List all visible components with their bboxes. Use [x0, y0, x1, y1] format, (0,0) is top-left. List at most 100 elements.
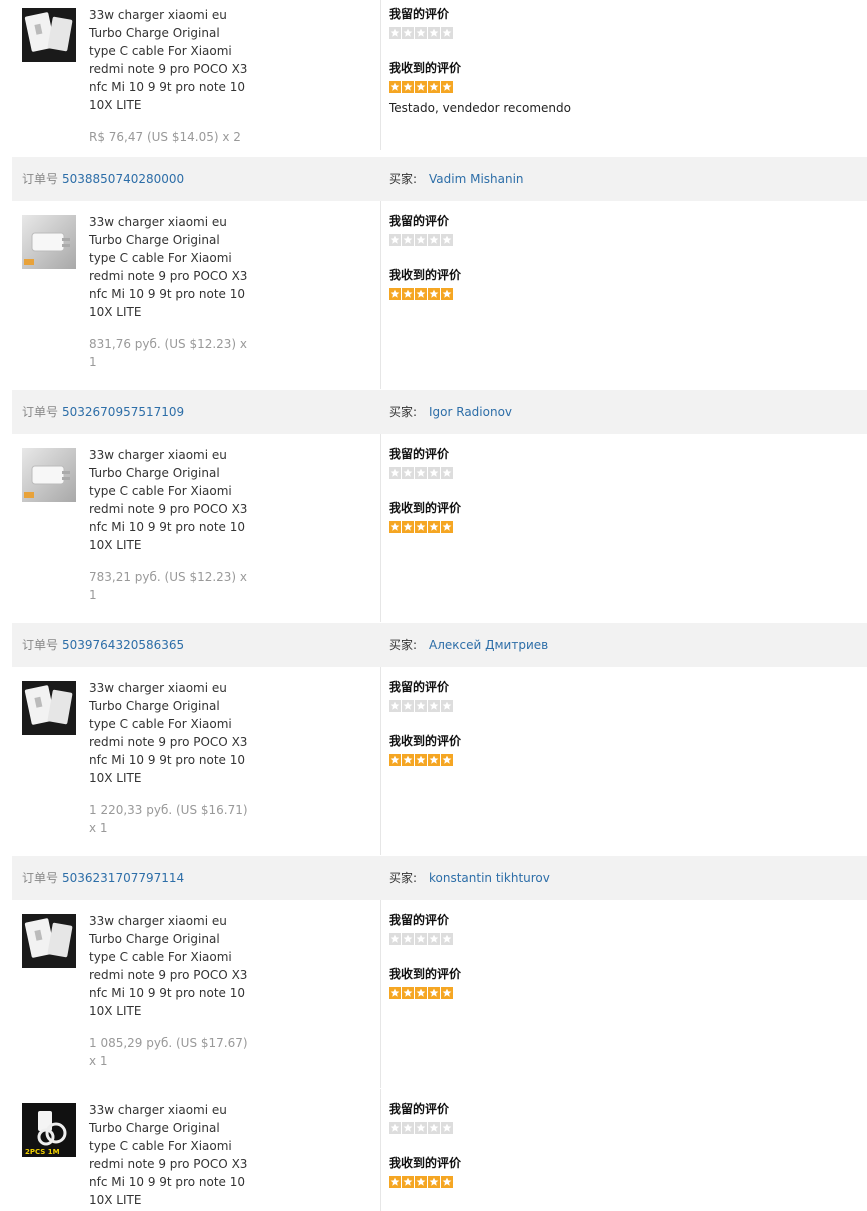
my-review-label: 我留的评价	[389, 214, 450, 228]
my-rating-stars	[389, 700, 859, 712]
product-name-link[interactable]: 33w charger xiaomi eu Turbo Charge Origi…	[89, 679, 249, 787]
product-thumbnail[interactable]	[22, 448, 76, 502]
star-icon	[389, 987, 401, 999]
received-review-label: 我收到的评价	[389, 967, 462, 981]
buyer-name-link[interactable]: Vadim Mishanin	[429, 157, 524, 201]
received-rating-stars	[389, 81, 859, 93]
received-rating-stars	[389, 288, 859, 300]
product-thumbnail[interactable]	[22, 681, 76, 735]
product-name-link[interactable]: 33w charger xiaomi eu Turbo Charge Origi…	[89, 213, 249, 321]
star-icon	[389, 700, 401, 712]
svg-text:2PCS 1M: 2PCS 1M	[25, 1148, 60, 1156]
received-rating-stars	[389, 1176, 859, 1188]
star-icon	[441, 521, 453, 533]
star-icon	[402, 81, 414, 93]
received-review-label: 我收到的评价	[389, 61, 462, 75]
my-rating-stars	[389, 1122, 859, 1134]
star-icon	[389, 288, 401, 300]
order-number-link[interactable]: 5036231707797114	[62, 856, 184, 900]
review-panel: 我留的评价我收到的评价	[389, 913, 859, 999]
star-icon	[389, 81, 401, 93]
star-icon	[428, 81, 440, 93]
product-thumbnail[interactable]: 2PCS 1M	[22, 1103, 76, 1157]
star-icon	[441, 1176, 453, 1188]
star-icon	[441, 933, 453, 945]
star-icon	[415, 1176, 427, 1188]
buyer-name-link[interactable]: konstantin tikhturov	[429, 856, 550, 900]
charger-icon	[22, 215, 76, 269]
star-icon	[428, 288, 440, 300]
my-review-label: 我留的评价	[389, 913, 450, 927]
buyer-label: 买家:	[389, 405, 418, 419]
product-thumbnail[interactable]	[22, 8, 76, 62]
star-icon	[402, 467, 414, 479]
star-icon	[428, 27, 440, 39]
order-price: 1 220,33 руб. (US $16.71) x 1	[89, 803, 248, 835]
column-divider	[380, 0, 381, 150]
my-review-label: 我留的评价	[389, 1102, 450, 1116]
received-review-label: 我收到的评价	[389, 501, 462, 515]
star-icon	[428, 700, 440, 712]
star-icon	[402, 27, 414, 39]
buyer-name-link[interactable]: Алексей Дмитриев	[429, 623, 548, 667]
order-body: 2PCS 1M 33w charger xiaomi eu Turbo Charg…	[12, 1089, 867, 1211]
star-icon	[402, 1176, 414, 1188]
star-icon	[389, 234, 401, 246]
review-panel: 我留的评价我收到的评价	[389, 447, 859, 533]
star-icon	[415, 1122, 427, 1134]
product-thumbnail[interactable]	[22, 914, 76, 968]
order-body: 33w charger xiaomi eu Turbo Charge Origi…	[12, 900, 867, 1088]
product-name-link[interactable]: 33w charger xiaomi eu Turbo Charge Origi…	[89, 1101, 249, 1209]
my-review-label: 我留的评价	[389, 447, 450, 461]
my-rating-stars	[389, 933, 859, 945]
star-icon	[389, 27, 401, 39]
received-review-comment: Testado, vendedor recomendo	[389, 101, 571, 115]
order-number-label: 订单号	[22, 638, 59, 652]
received-rating-stars	[389, 754, 859, 766]
star-icon	[389, 1176, 401, 1188]
order-header: 订单号 5032670957517109 买家: Igor Radionov	[12, 390, 867, 434]
star-icon	[402, 987, 414, 999]
my-review-label: 我留的评价	[389, 680, 450, 694]
order-number-link[interactable]: 5039764320586365	[62, 623, 184, 667]
star-icon	[441, 81, 453, 93]
order-header: 订单号 5038850740280000 买家: Vadim Mishanin	[12, 157, 867, 201]
charger-box-icon	[22, 681, 76, 735]
product-name-link[interactable]: 33w charger xiaomi eu Turbo Charge Origi…	[89, 446, 249, 554]
received-rating-stars	[389, 987, 859, 999]
star-icon	[441, 987, 453, 999]
star-icon	[389, 521, 401, 533]
buyer-name-link[interactable]: Igor Radionov	[429, 390, 512, 434]
order-number-label: 订单号	[22, 405, 59, 419]
review-panel: 我留的评价 我收到的评价	[389, 680, 859, 766]
column-divider	[380, 900, 381, 1088]
order-header: 订单号 5039764320586365 买家: Алексей Дмитриев	[12, 623, 867, 667]
product-name-link[interactable]: 33w charger xiaomi eu Turbo Charge Origi…	[89, 6, 249, 114]
order-number-link[interactable]: 5038850740280000	[62, 157, 184, 201]
order-price: 831,76 руб. (US $12.23) x 1	[89, 337, 248, 369]
star-icon	[441, 467, 453, 479]
charger-icon	[22, 448, 76, 502]
star-icon	[415, 987, 427, 999]
order-price: 783,21 руб. (US $12.23) x 1	[89, 570, 248, 602]
star-icon	[402, 521, 414, 533]
my-rating-stars	[389, 467, 859, 479]
product-name-link[interactable]: 33w charger xiaomi eu Turbo Charge Origi…	[89, 912, 249, 1020]
star-icon	[441, 754, 453, 766]
star-icon	[441, 234, 453, 246]
star-icon	[441, 1122, 453, 1134]
star-icon	[402, 234, 414, 246]
star-icon	[415, 933, 427, 945]
column-divider	[380, 667, 381, 855]
buyer-label: 买家:	[389, 172, 418, 186]
buyer-label: 买家:	[389, 638, 418, 652]
review-panel: 我留的评价 我收到的评价	[389, 214, 859, 300]
order-number-link[interactable]: 5032670957517109	[62, 390, 184, 434]
order-price: 1 085,29 руб. (US $17.67) x 1	[89, 1036, 248, 1068]
review-panel: 我留的评价 我收到的评价 Testado, vendedor recomendo	[389, 7, 859, 115]
star-icon	[428, 521, 440, 533]
star-icon	[415, 467, 427, 479]
product-thumbnail[interactable]	[22, 215, 76, 269]
column-divider	[380, 434, 381, 622]
star-icon	[441, 27, 453, 39]
